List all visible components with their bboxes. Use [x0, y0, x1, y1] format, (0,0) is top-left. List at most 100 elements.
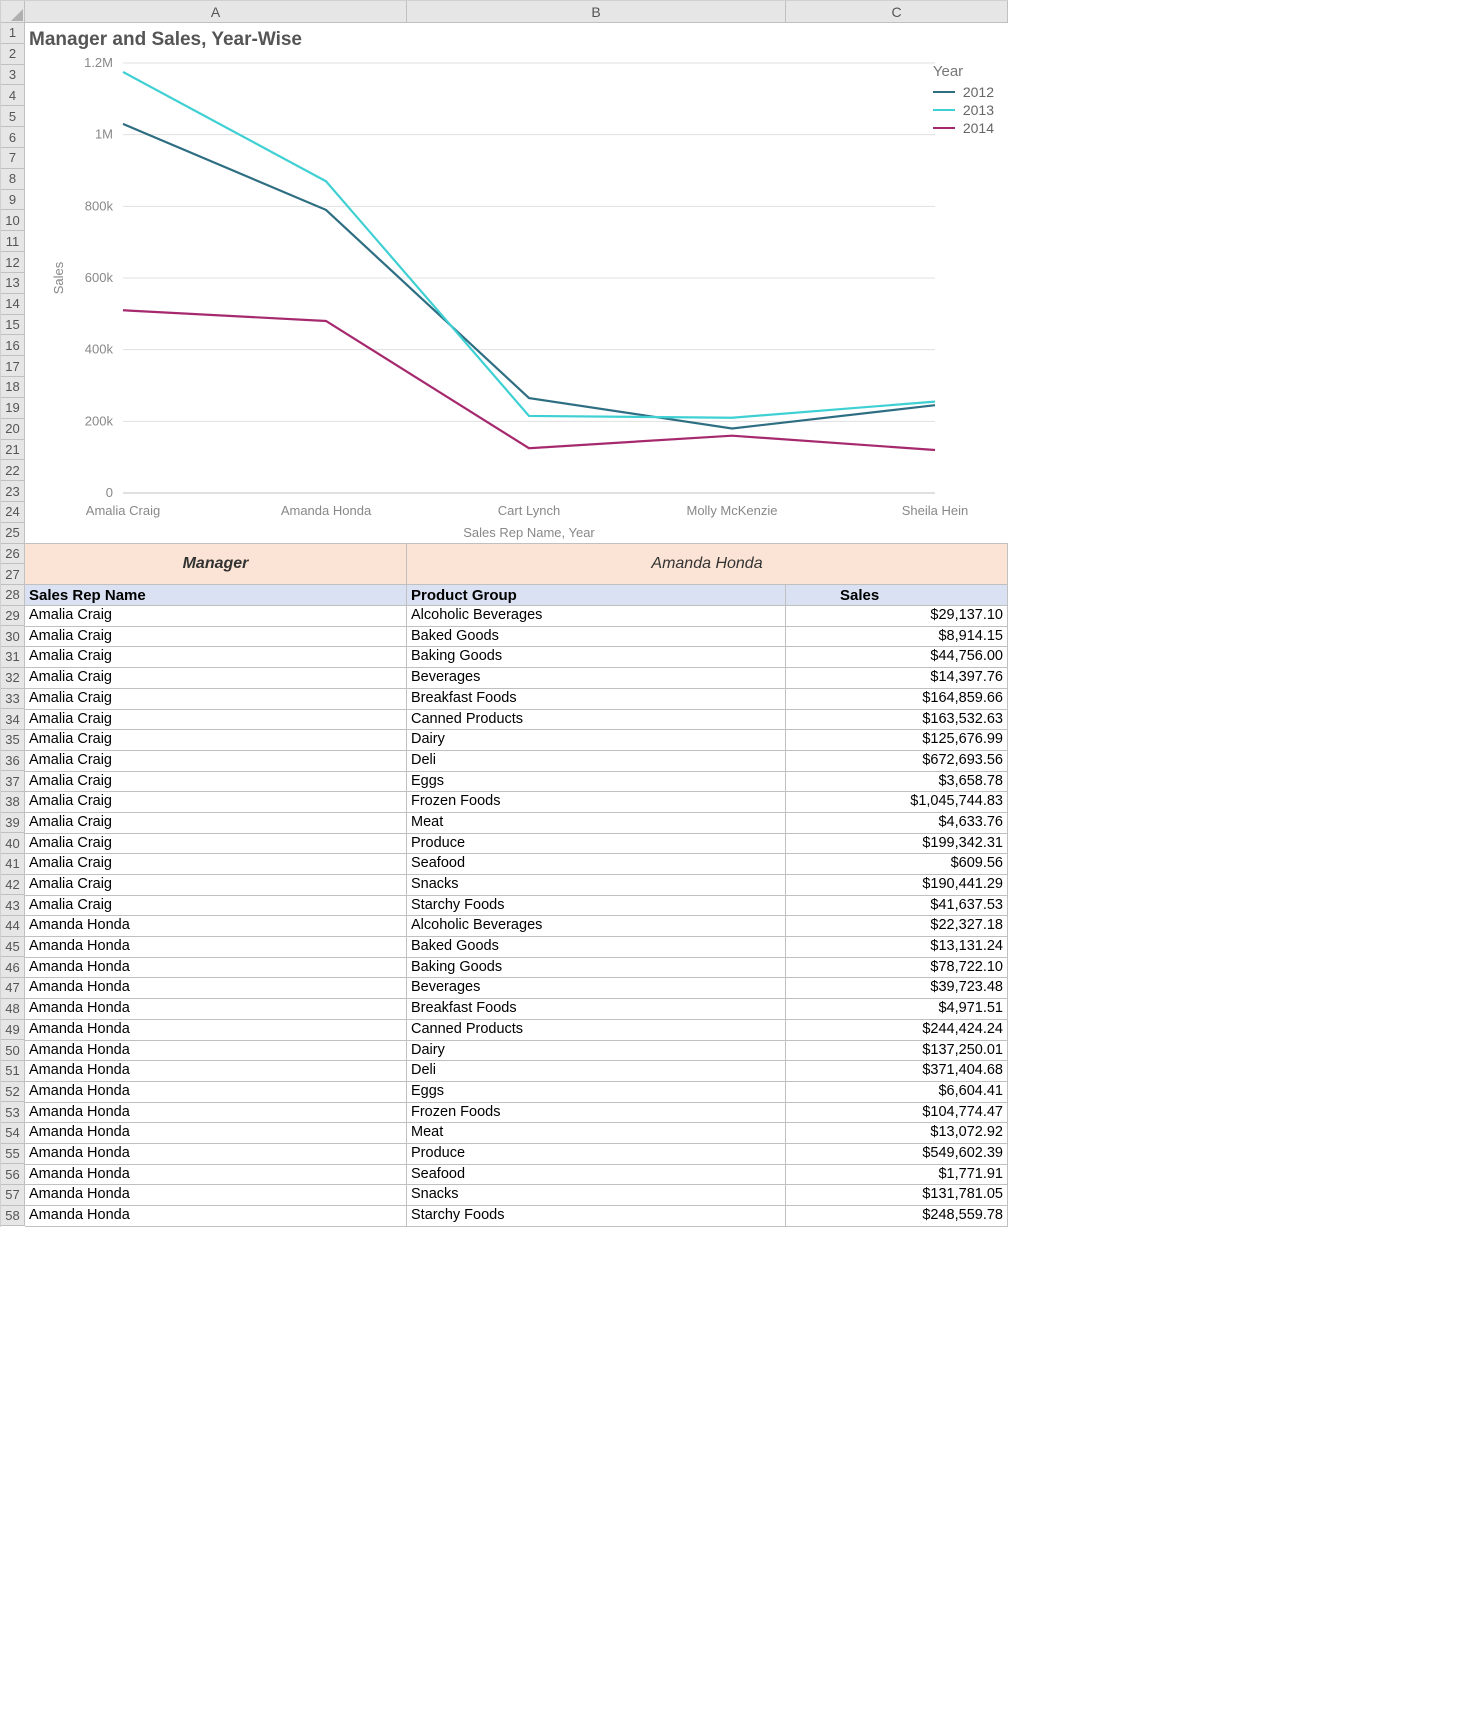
row-header-44[interactable]: 44 [1, 916, 25, 937]
cell[interactable]: Amanda Honda [25, 1165, 407, 1185]
cell[interactable]: Baked Goods [407, 627, 786, 647]
cell[interactable]: Amanda Honda [25, 958, 407, 978]
legend-item[interactable]: 2014 [933, 120, 994, 136]
cell[interactable]: Canned Products [407, 1020, 786, 1040]
row-header-52[interactable]: 52 [1, 1082, 25, 1103]
cell[interactable]: Deli [407, 751, 786, 771]
cell[interactable]: Breakfast Foods [407, 689, 786, 709]
cell[interactable]: Canned Products [407, 710, 786, 730]
cell[interactable]: Amalia Craig [25, 813, 407, 833]
cell[interactable]: $137,250.01 [786, 1041, 1008, 1061]
row-header-14[interactable]: 14 [1, 294, 25, 315]
row-header-18[interactable]: 18 [1, 377, 25, 398]
row-header-51[interactable]: 51 [1, 1061, 25, 1082]
cell[interactable]: $609.56 [786, 854, 1008, 874]
row-header-58[interactable]: 58 [1, 1206, 25, 1227]
cell[interactable]: Alcoholic Beverages [407, 916, 786, 936]
cell[interactable]: $164,859.66 [786, 689, 1008, 709]
row-header-21[interactable]: 21 [1, 440, 25, 461]
cell[interactable]: $3,658.78 [786, 772, 1008, 792]
cell[interactable]: Eggs [407, 1082, 786, 1102]
legend-item[interactable]: 2013 [933, 102, 994, 118]
cell[interactable]: $248,559.78 [786, 1206, 1008, 1226]
row-header-26[interactable]: 26 [1, 544, 25, 565]
cell[interactable]: Baking Goods [407, 958, 786, 978]
cell[interactable]: Amalia Craig [25, 689, 407, 709]
cell[interactable]: Frozen Foods [407, 1103, 786, 1123]
cell[interactable]: Amanda Honda [25, 1185, 407, 1205]
merged-cell-manager-label[interactable]: Manager [25, 544, 407, 584]
row-header-1[interactable]: 1 [1, 23, 25, 44]
header-sales-rep[interactable]: Sales Rep Name [25, 585, 407, 605]
cell[interactable]: Meat [407, 1123, 786, 1143]
header-sales[interactable]: Sales [786, 585, 1008, 605]
cell[interactable]: $131,781.05 [786, 1185, 1008, 1205]
row-header-53[interactable]: 53 [1, 1102, 25, 1123]
row-header-9[interactable]: 9 [1, 190, 25, 211]
row-header-46[interactable]: 46 [1, 957, 25, 978]
row-header-10[interactable]: 10 [1, 210, 25, 231]
row-header-24[interactable]: 24 [1, 502, 25, 523]
row-header-33[interactable]: 33 [1, 689, 25, 710]
cell[interactable]: $39,723.48 [786, 978, 1008, 998]
cell[interactable]: Amanda Honda [25, 1061, 407, 1081]
cell[interactable]: $163,532.63 [786, 710, 1008, 730]
col-header-C[interactable]: C [786, 1, 1008, 23]
cell[interactable]: Frozen Foods [407, 792, 786, 812]
cell[interactable]: Meat [407, 813, 786, 833]
row-header-35[interactable]: 35 [1, 730, 25, 751]
cell[interactable]: Amanda Honda [25, 1144, 407, 1164]
cell[interactable]: Starchy Foods [407, 896, 786, 916]
row-header-17[interactable]: 17 [1, 356, 25, 377]
cell[interactable]: $14,397.76 [786, 668, 1008, 688]
row-header-6[interactable]: 6 [1, 127, 25, 148]
row-header-7[interactable]: 7 [1, 148, 25, 169]
cell[interactable]: Snacks [407, 1185, 786, 1205]
row-header-48[interactable]: 48 [1, 999, 25, 1020]
col-header-B[interactable]: B [407, 1, 786, 23]
cell[interactable]: Snacks [407, 875, 786, 895]
cell[interactable]: Produce [407, 1144, 786, 1164]
cell[interactable]: Dairy [407, 1041, 786, 1061]
cell[interactable]: Seafood [407, 854, 786, 874]
cell[interactable]: Amanda Honda [25, 937, 407, 957]
cell[interactable]: Alcoholic Beverages [407, 606, 786, 626]
cell[interactable]: Amanda Honda [25, 916, 407, 936]
cell[interactable]: Starchy Foods [407, 1206, 786, 1226]
row-header-50[interactable]: 50 [1, 1040, 25, 1061]
cell[interactable]: $8,914.15 [786, 627, 1008, 647]
row-header-25[interactable]: 25 [1, 523, 25, 544]
row-header-49[interactable]: 49 [1, 1020, 25, 1041]
cell[interactable]: $199,342.31 [786, 834, 1008, 854]
row-header-12[interactable]: 12 [1, 252, 25, 273]
cell[interactable]: Amanda Honda [25, 1041, 407, 1061]
header-product-group[interactable]: Product Group [407, 585, 786, 605]
row-header-27[interactable]: 27 [1, 564, 25, 585]
row-header-19[interactable]: 19 [1, 398, 25, 419]
cell[interactable]: Amanda Honda [25, 1020, 407, 1040]
cell[interactable]: $244,424.24 [786, 1020, 1008, 1040]
row-header-23[interactable]: 23 [1, 481, 25, 502]
cell[interactable]: Beverages [407, 668, 786, 688]
row-header-3[interactable]: 3 [1, 65, 25, 86]
cell[interactable]: Deli [407, 1061, 786, 1081]
cell[interactable]: $29,137.10 [786, 606, 1008, 626]
row-header-41[interactable]: 41 [1, 854, 25, 875]
legend-item[interactable]: 2012 [933, 84, 994, 100]
col-header-A[interactable]: A [25, 1, 407, 23]
cell[interactable]: $371,404.68 [786, 1061, 1008, 1081]
row-header-39[interactable]: 39 [1, 813, 25, 834]
cell[interactable]: $1,771.91 [786, 1165, 1008, 1185]
row-header-22[interactable]: 22 [1, 460, 25, 481]
cell[interactable]: Amanda Honda [25, 1082, 407, 1102]
cell[interactable]: Amanda Honda [25, 1103, 407, 1123]
cell[interactable]: Amalia Craig [25, 647, 407, 667]
row-header-2[interactable]: 2 [1, 44, 25, 65]
cell[interactable]: Amalia Craig [25, 627, 407, 647]
cell[interactable]: Breakfast Foods [407, 999, 786, 1019]
cell[interactable]: Baked Goods [407, 937, 786, 957]
merged-cell-manager-value[interactable]: Amanda Honda [407, 544, 1008, 584]
cell[interactable]: Amanda Honda [25, 978, 407, 998]
cell[interactable]: $78,722.10 [786, 958, 1008, 978]
row-header-8[interactable]: 8 [1, 169, 25, 190]
